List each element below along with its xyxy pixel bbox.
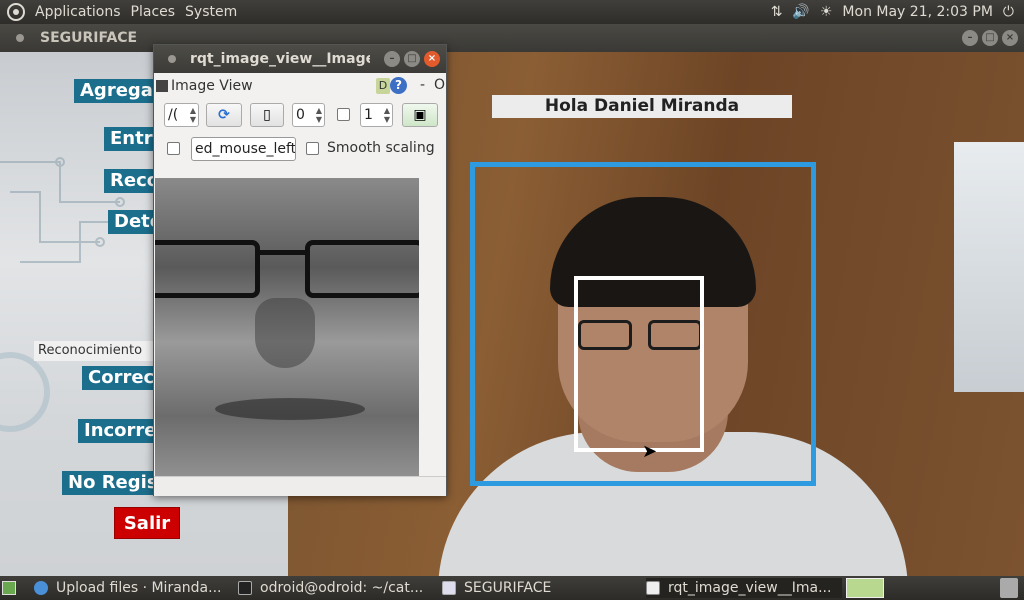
task-terminal[interactable]: odroid@odroid: ~/cat... — [238, 578, 434, 598]
rqt-status-area — [154, 476, 446, 496]
task-label: Upload files · Miranda... — [56, 580, 222, 596]
smooth-scaling-label: Smooth scaling — [327, 140, 435, 156]
minimize-button[interactable]: – — [962, 30, 978, 46]
correcto-button[interactable]: Correct — [82, 366, 154, 390]
face-roi-box — [574, 276, 704, 452]
save-image-button[interactable]: ▣ — [402, 103, 438, 127]
rqt-titlebar[interactable]: rqt_image_view__ImageV – □ × — [154, 45, 446, 73]
workspace-switcher[interactable] — [846, 578, 884, 598]
no-registrado-button[interactable]: No Regist — [62, 471, 154, 495]
plugin-title: Image View — [171, 78, 253, 94]
combo-arrows-icon: ▲ ▼ — [189, 106, 196, 124]
minimize-button[interactable]: – — [384, 51, 400, 67]
chrome-icon — [34, 581, 48, 595]
weather-sun-icon[interactable]: ☀ — [820, 4, 833, 20]
volume-icon[interactable]: 🔊 — [792, 4, 809, 20]
refresh-button[interactable]: ⟳ — [206, 103, 242, 127]
rqt-image-view-window: rqt_image_view__ImageV – □ × Image View … — [153, 44, 447, 496]
incorrecto-button[interactable]: Incorrec — [78, 419, 154, 443]
clock[interactable]: Mon May 21, 2:03 PM — [842, 4, 993, 20]
close-plugin-button[interactable]: O — [434, 77, 445, 93]
menu-places[interactable]: Places — [131, 4, 176, 20]
crop-glasses-left — [155, 240, 260, 298]
dock-d-icon[interactable]: D — [376, 78, 390, 94]
window-icon — [442, 581, 456, 595]
task-label: rqt_image_view__Ima... — [668, 580, 832, 596]
ring-decoration — [0, 352, 50, 432]
ubuntu-logo-icon[interactable] — [7, 3, 25, 21]
task-browser[interactable]: Upload files · Miranda... — [34, 578, 230, 598]
terminal-icon — [238, 581, 252, 595]
window-title: SEGURIFACE — [40, 30, 138, 46]
system-tray: ⇅ 🔊 ☀ Mon May 21, 2:03 PM ⏻ — [771, 0, 1024, 24]
mouse-topic-field[interactable]: ed_mouse_left — [191, 137, 296, 161]
dock-grip-icon[interactable] — [156, 80, 168, 92]
crop-mouth — [215, 398, 365, 420]
window-icon — [646, 581, 660, 595]
close-button[interactable]: × — [1002, 30, 1018, 46]
spin-box-a[interactable]: 0 ▲ ▼ — [292, 103, 325, 127]
mouse-cursor-icon: ➤ — [642, 441, 658, 462]
entrenar-button[interactable]: Entre — [104, 127, 154, 151]
topic-combo[interactable]: /( ▲ ▼ — [164, 103, 199, 127]
task-rqt[interactable]: rqt_image_view__Ima... — [646, 578, 842, 598]
network-updown-icon[interactable]: ⇅ — [771, 4, 783, 20]
detectar-button[interactable]: Dete — [108, 210, 154, 234]
crop-glasses-bridge — [260, 250, 305, 255]
spin-box-a-value: 0 — [296, 107, 305, 123]
bottom-taskbar: Upload files · Miranda... odroid@odroid:… — [0, 576, 1024, 600]
rqt-window-title: rqt_image_view__ImageV — [190, 51, 370, 67]
window-menu-icon[interactable] — [168, 55, 176, 63]
spin-box-b-value: 1 — [364, 107, 373, 123]
zoom-fit-button[interactable]: ▯ — [250, 103, 284, 127]
mouse-publish-checkbox[interactable] — [167, 142, 180, 155]
trash-icon[interactable] — [1000, 578, 1018, 598]
spin-box-b[interactable]: 1 ▲ ▼ — [360, 103, 393, 127]
plugin-header: Image View D ? - O — [154, 73, 446, 99]
topic-combo-value: /( — [168, 107, 179, 123]
maximize-button[interactable]: □ — [404, 51, 420, 67]
show-desktop-icon[interactable] — [2, 581, 16, 595]
task-seguriface[interactable]: SEGURIFACE — [442, 578, 638, 598]
smooth-scaling-checkbox[interactable] — [306, 142, 319, 155]
reconocer-button[interactable]: Recon — [104, 169, 154, 193]
minimize-plugin-button[interactable]: - — [420, 77, 425, 93]
help-icon[interactable]: ? — [390, 77, 407, 94]
spin-arrows-icon: ▲ ▼ — [315, 106, 322, 124]
salir-button[interactable]: Salir — [114, 507, 180, 539]
maximize-button[interactable]: □ — [982, 30, 998, 46]
task-label: odroid@odroid: ~/cat... — [260, 580, 424, 596]
spin-arrows-icon: ▲ ▼ — [383, 106, 390, 124]
close-button[interactable]: × — [424, 51, 440, 67]
greeting-label: Hola Daniel Miranda — [492, 95, 792, 118]
menu-applications[interactable]: Applications — [35, 4, 121, 20]
agregar-usuario-button[interactable]: Agregar U — [74, 79, 154, 103]
background-window — [954, 142, 1024, 392]
window-menu-icon[interactable] — [16, 34, 24, 42]
face-crop-image — [155, 178, 419, 476]
crop-glasses-right — [305, 240, 419, 298]
reconocimiento-label: Reconocimiento — [34, 341, 154, 361]
task-label: SEGURIFACE — [464, 580, 552, 596]
menu-system[interactable]: System — [185, 4, 237, 20]
power-icon[interactable]: ⏻ — [1003, 4, 1014, 20]
top-panel: Applications Places System ⇅ 🔊 ☀ Mon May… — [0, 0, 1024, 24]
crop-nose — [255, 298, 315, 368]
enable-checkbox[interactable] — [337, 108, 350, 121]
